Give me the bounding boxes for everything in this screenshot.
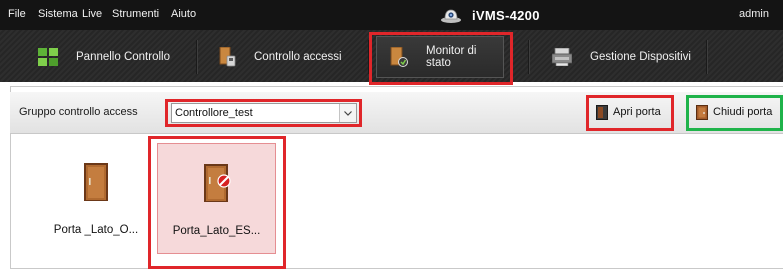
menu-sistema[interactable]: Sistema — [38, 8, 78, 20]
tab-label: Monitor di stato — [426, 45, 477, 69]
module-tab-bar: Pannello Controllo Controllo accessi Mon… — [0, 30, 783, 82]
menu-aiuto[interactable]: Aiuto — [171, 8, 196, 20]
app-title-group: iVMS-4200 — [440, 4, 540, 26]
open-door-label: Apri porta — [613, 106, 661, 118]
tab-gestione-dispositivi[interactable]: Gestione Dispositivi — [552, 36, 691, 78]
tab-divider — [528, 40, 530, 74]
menu-file[interactable]: File — [8, 8, 26, 20]
door-label: Porta _Lato_O... — [53, 224, 139, 236]
door-label: Porta_Lato_ES... — [172, 225, 261, 237]
app-title: iVMS-4200 — [472, 7, 540, 23]
menu-live[interactable]: Live — [82, 8, 102, 20]
tab-label: Controllo accessi — [254, 51, 342, 63]
user-name[interactable]: admin — [739, 8, 769, 20]
tab-controllo-accessi[interactable]: Controllo accessi — [218, 36, 342, 78]
door-icon — [42, 162, 150, 202]
tab-monitor-di-stato[interactable]: Monitor di stato — [376, 36, 504, 78]
chevron-down-icon[interactable] — [339, 104, 356, 122]
group-label: Gruppo controllo access — [19, 106, 138, 118]
tab-label: Gestione Dispositivi — [590, 51, 691, 63]
control-panel-icon — [38, 48, 76, 66]
tab-pannello-controllo[interactable]: Pannello Controllo — [38, 36, 170, 78]
menu-bar: File Sistema Live Strumenti Aiuto iVMS-4… — [0, 0, 783, 30]
door-open-icon — [596, 104, 613, 120]
device-management-icon — [552, 48, 590, 66]
tab-divider — [706, 40, 708, 74]
menu-strumenti[interactable]: Strumenti — [112, 8, 159, 20]
door-disabled-icon — [158, 163, 275, 203]
status-monitor-icon — [390, 47, 426, 67]
camera-logo-icon — [440, 6, 462, 24]
close-door-button[interactable]: Chiudi porta — [696, 101, 772, 123]
door-item-selected[interactable]: Porta_Lato_ES... — [157, 143, 276, 254]
door-item[interactable]: Porta _Lato_O... — [42, 162, 150, 248]
tab-divider — [368, 40, 370, 74]
access-control-icon — [218, 47, 254, 67]
group-select[interactable]: Controllore_test — [171, 103, 357, 123]
group-select-value: Controllore_test — [175, 107, 253, 119]
close-door-label: Chiudi porta — [713, 106, 773, 118]
door-closed-icon — [696, 104, 713, 120]
open-door-button[interactable]: Apri porta — [596, 101, 661, 123]
tab-divider — [196, 40, 198, 74]
tab-label: Pannello Controllo — [76, 51, 170, 63]
